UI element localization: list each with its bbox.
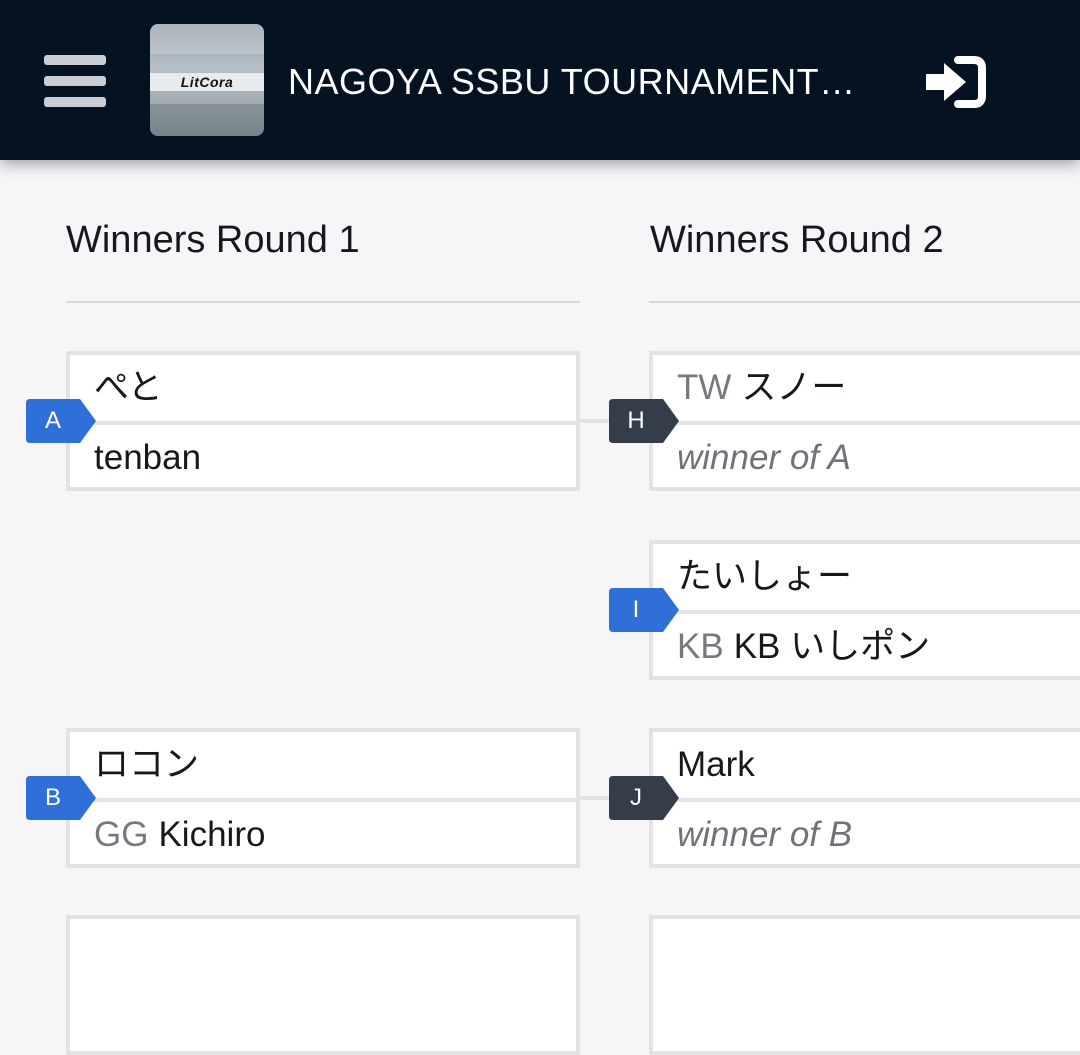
sign-in-icon[interactable] [922, 54, 986, 110]
match-id-label: B [44, 784, 61, 811]
team-prefix: KB [677, 627, 724, 666]
player-name: Kichiro [158, 815, 266, 854]
round-divider [649, 301, 1080, 303]
team-prefix: TW [677, 368, 732, 407]
round-divider [66, 301, 580, 303]
match-slot[interactable]: winner of A [653, 425, 1080, 491]
match-slot[interactable]: ぺと [70, 355, 576, 421]
match-slot[interactable]: たいしょー [653, 544, 1080, 610]
player-name: tenban [94, 438, 202, 477]
player-name: ぺと [94, 368, 163, 407]
match-card[interactable]: Mark winner of B [649, 728, 1080, 868]
top-app-bar: LitCora NAGOYA SSBU TOURNAMENT… [0, 0, 1080, 160]
hamburger-menu-icon[interactable] [44, 55, 106, 107]
tournament-title: NAGOYA SSBU TOURNAMENT… [288, 61, 856, 102]
match-id-label: A [44, 407, 61, 434]
match-slot[interactable]: winner of B [653, 802, 1080, 868]
match-id-label: I [632, 596, 640, 623]
player-name: ロコン [94, 745, 200, 784]
match-card[interactable] [66, 915, 580, 1055]
match-id-label: H [627, 407, 645, 434]
round-title-winners-2: Winners Round 2 [650, 219, 944, 261]
match-slot[interactable]: TW スノー [653, 355, 1080, 421]
match-slot[interactable]: KB KB いしポン [653, 614, 1080, 680]
round-title-winners-1: Winners Round 1 [66, 219, 360, 261]
match-id-tag[interactable]: H [609, 399, 679, 443]
match-id-tag[interactable]: B [26, 776, 96, 820]
match-slot[interactable]: Mark [653, 732, 1080, 798]
player-name: スノー [741, 368, 847, 407]
match-slot[interactable]: tenban [70, 425, 576, 491]
player-name: Mark [677, 745, 755, 784]
match-card[interactable]: たいしょー KB KB いしポン [649, 540, 1080, 680]
player-name: KB いしポン [733, 627, 931, 666]
match-card[interactable]: ぺと tenban [66, 351, 580, 491]
match-card[interactable] [649, 915, 1080, 1055]
team-prefix: GG [94, 815, 149, 854]
match-slot[interactable]: ロコン [70, 732, 576, 798]
slot-placeholder: winner of B [677, 815, 853, 854]
slot-placeholder: winner of A [677, 438, 851, 477]
match-id-label: J [630, 784, 642, 811]
bracket-connector [580, 796, 610, 800]
match-id-tag[interactable]: A [26, 399, 96, 443]
match-id-tag[interactable]: J [609, 776, 679, 820]
match-card[interactable]: ロコン GG Kichiro [66, 728, 580, 868]
match-id-tag[interactable]: I [609, 588, 679, 632]
logo-text: LitCora [150, 73, 264, 91]
tournament-logo[interactable]: LitCora [150, 24, 264, 136]
match-slot[interactable]: GG Kichiro [70, 802, 576, 868]
player-name: たいしょー [677, 557, 853, 596]
match-card[interactable]: TW スノー winner of A [649, 351, 1080, 491]
bracket-connector [580, 419, 610, 423]
